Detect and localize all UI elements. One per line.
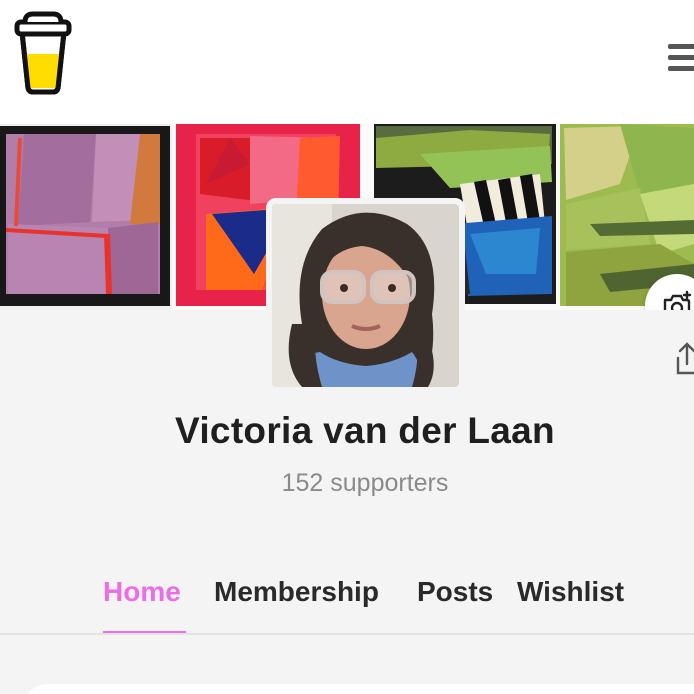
tab-membership[interactable]: Membership bbox=[214, 576, 379, 608]
tab-wishlist[interactable]: Wishlist bbox=[517, 576, 624, 608]
share-icon[interactable] bbox=[675, 342, 694, 376]
content-card bbox=[22, 684, 694, 694]
profile-tabs: Home Membership Posts Wishlist bbox=[0, 576, 694, 634]
coffee-cup-logo[interactable] bbox=[13, 10, 73, 96]
avatar[interactable] bbox=[266, 198, 465, 393]
tabs-divider bbox=[0, 633, 694, 635]
tab-home[interactable]: Home bbox=[103, 576, 181, 608]
top-navigation-bar bbox=[0, 0, 694, 124]
tab-posts[interactable]: Posts bbox=[417, 576, 493, 608]
profile-name: Victoria van der Laan bbox=[175, 410, 555, 451]
supporter-count: 152 supporters bbox=[281, 469, 449, 497]
hamburger-menu-icon[interactable] bbox=[668, 44, 694, 74]
